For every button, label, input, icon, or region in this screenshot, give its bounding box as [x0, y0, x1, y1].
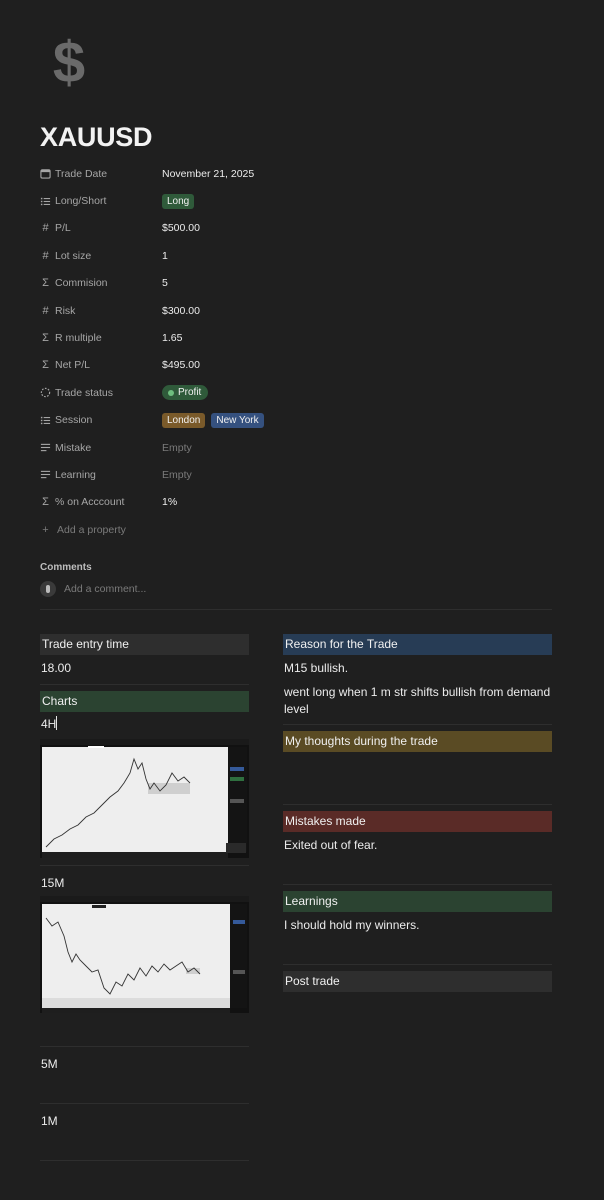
reason-line-2[interactable]: went long when 1 m str shifts bullish fr… — [284, 684, 552, 718]
divider — [40, 684, 249, 685]
calendar-icon — [40, 169, 51, 179]
sigma-icon: Σ — [42, 359, 49, 372]
text-lines-icon — [40, 471, 51, 479]
property-value[interactable]: 1% — [162, 496, 177, 508]
thoughts-header[interactable]: My thoughts during the trade — [283, 731, 552, 752]
property-label: Lot size — [55, 249, 92, 262]
property-risk[interactable]: # Risk $300.00 — [40, 297, 560, 324]
divider — [283, 724, 552, 725]
property-value[interactable]: 5 — [162, 277, 168, 289]
property-pl[interactable]: # P/L $500.00 — [40, 215, 560, 242]
property-trade-status[interactable]: Trade status Profit — [40, 379, 560, 406]
property-value[interactable]: 1.65 — [162, 332, 182, 344]
reason-header[interactable]: Reason for the Trade — [283, 634, 552, 655]
properties-list: Trade Date November 21, 2025 Long/Short … — [40, 160, 560, 543]
property-trade-date[interactable]: Trade Date November 21, 2025 — [40, 160, 560, 187]
divider — [40, 1046, 249, 1047]
trade-entry-time-value[interactable]: 18.00 — [41, 661, 71, 675]
property-label: Learning — [55, 468, 96, 481]
dollar-sign-icon[interactable]: $ — [44, 30, 94, 95]
property-label: Long/Short — [55, 195, 107, 208]
property-learning[interactable]: Learning Empty — [40, 461, 560, 488]
divider — [283, 804, 552, 805]
property-value[interactable]: Empty — [162, 442, 192, 454]
learnings-header[interactable]: Learnings — [283, 891, 552, 912]
property-label: Mistake — [55, 441, 92, 454]
status-icon — [40, 388, 51, 398]
timeframe-4h-label[interactable]: 4H — [41, 717, 56, 731]
text-cursor — [56, 716, 57, 730]
status-badge[interactable]: Profit — [162, 385, 209, 401]
svg-text:$: $ — [53, 34, 85, 90]
property-percent-on-account[interactable]: Σ % on Acccount 1% — [40, 489, 560, 516]
divider — [283, 964, 552, 965]
property-label: Trade status — [55, 386, 113, 399]
sigma-icon: Σ — [42, 277, 49, 290]
charts-header[interactable]: Charts — [40, 691, 249, 712]
chart-image-4h[interactable] — [40, 739, 249, 858]
divider — [40, 609, 552, 610]
property-label: R multiple — [55, 332, 102, 345]
tag-new-york[interactable]: New York — [211, 412, 264, 428]
property-value[interactable]: Empty — [162, 469, 192, 481]
property-r-multiple[interactable]: Σ R multiple 1.65 — [40, 324, 560, 351]
divider — [40, 865, 249, 866]
property-mistake[interactable]: Mistake Empty — [40, 434, 560, 461]
mistakes-text[interactable]: Exited out of fear. — [284, 838, 377, 852]
add-property-button[interactable]: + Add a property — [40, 516, 560, 543]
hash-icon: # — [42, 249, 49, 262]
hash-icon: # — [42, 222, 49, 235]
property-value[interactable]: $500.00 — [162, 222, 200, 234]
avatar — [40, 581, 56, 597]
property-label: Net P/L — [55, 359, 91, 372]
comments-title: Comments — [40, 562, 92, 573]
property-value[interactable]: $300.00 — [162, 305, 200, 317]
property-label: Trade Date — [55, 167, 108, 180]
property-value[interactable]: 1 — [162, 250, 168, 262]
divider — [40, 1103, 249, 1104]
text-lines-icon — [40, 443, 51, 452]
property-long-short[interactable]: Long/Short Long — [40, 187, 560, 214]
page-title[interactable]: XAUUSD — [40, 122, 153, 153]
property-commision[interactable]: Σ Commision 5 — [40, 270, 560, 297]
property-label: Risk — [55, 304, 76, 317]
chart-image-15m[interactable] — [40, 896, 249, 1013]
property-label: Commision — [55, 277, 108, 290]
timeframe-15m-label[interactable]: 15M — [41, 876, 64, 890]
status-label: Profit — [178, 387, 202, 399]
divider — [283, 884, 552, 885]
property-label: Session — [55, 414, 93, 427]
hash-icon: # — [42, 304, 49, 317]
timeframe-1m-label[interactable]: 1M — [41, 1114, 58, 1128]
property-label: P/L — [55, 222, 71, 235]
sigma-icon: Σ — [42, 332, 49, 345]
property-net-pl[interactable]: Σ Net P/L $495.00 — [40, 352, 560, 379]
property-value[interactable]: November 21, 2025 — [162, 168, 254, 180]
comment-input[interactable]: Add a comment... — [64, 583, 146, 595]
property-lot-size[interactable]: # Lot size 1 — [40, 242, 560, 269]
left-column: Trade entry time — [40, 634, 249, 655]
list-icon — [40, 416, 51, 424]
list-icon — [40, 197, 51, 205]
property-session[interactable]: Session London New York — [40, 407, 560, 434]
reason-line-1[interactable]: M15 bullish. — [284, 661, 348, 675]
tag-long[interactable]: Long — [162, 193, 195, 209]
timeframe-5m-label[interactable]: 5M — [41, 1057, 58, 1071]
property-value[interactable]: $495.00 — [162, 359, 200, 371]
property-label: % on Acccount — [55, 496, 125, 509]
mistakes-header[interactable]: Mistakes made — [283, 811, 552, 832]
status-dot-icon — [168, 389, 174, 396]
plus-icon: + — [42, 523, 49, 536]
learnings-text[interactable]: I should hold my winners. — [284, 918, 419, 932]
tag-london[interactable]: London — [162, 412, 206, 428]
sigma-icon: Σ — [42, 496, 49, 509]
divider — [40, 1160, 249, 1161]
trade-entry-time-header[interactable]: Trade entry time — [40, 634, 249, 655]
add-property-label: Add a property — [57, 523, 126, 536]
comment-row: Add a comment... — [40, 581, 146, 597]
post-trade-header[interactable]: Post trade — [283, 971, 552, 992]
